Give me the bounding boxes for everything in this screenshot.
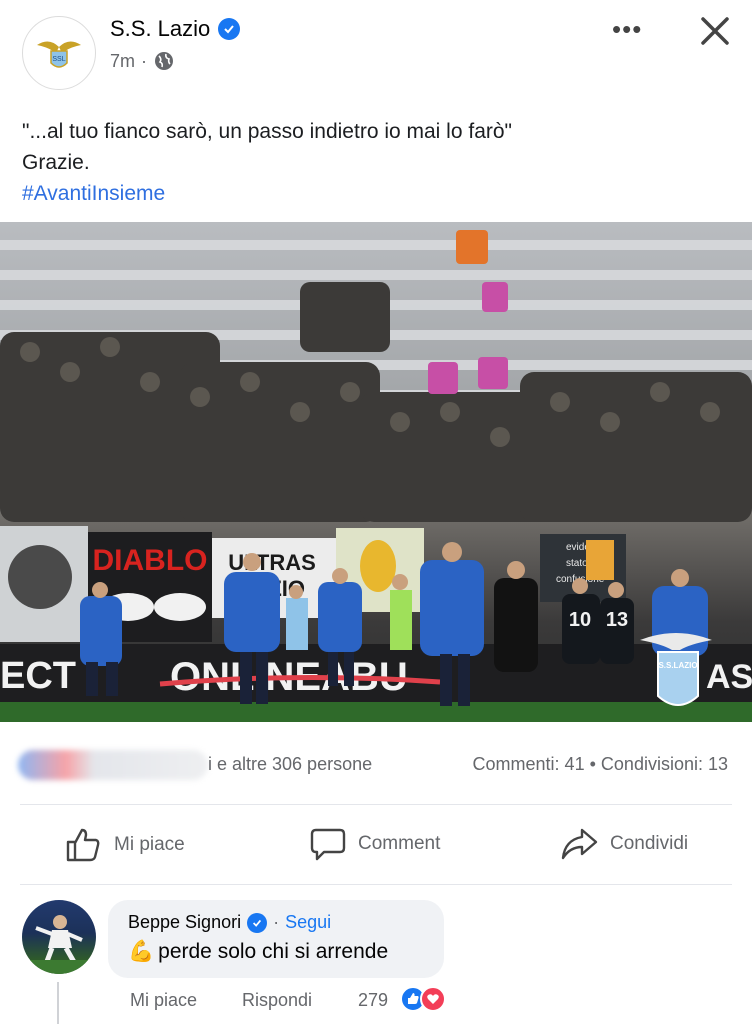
hashtag-link[interactable]: #AvantiInsieme — [22, 178, 722, 209]
post-time[interactable]: 7m — [110, 51, 135, 72]
page-name[interactable]: S.S. Lazio — [110, 16, 241, 42]
stats-separator: • — [589, 754, 596, 774]
caption-line-1: "...al tuo fianco sarò, un passo indietr… — [22, 120, 513, 143]
share-button[interactable]: Condividi — [560, 826, 688, 862]
comment-text: perde solo chi si arrende — [158, 940, 389, 963]
post-header: SSL S.S. Lazio 7m · ••• — [0, 0, 752, 100]
reaction-icons-blurred[interactable] — [18, 750, 208, 780]
engagement-bar: i e altre 306 persone Commenti: 41 • Con… — [0, 740, 752, 788]
post-meta: 7m · — [110, 50, 175, 72]
verified-badge-icon — [218, 18, 241, 40]
follow-separator: · — [273, 912, 280, 932]
thread-line — [57, 982, 59, 1024]
thumbs-up-icon — [66, 828, 100, 862]
meta-separator: · — [141, 50, 148, 71]
verified-badge-icon — [247, 912, 268, 933]
comment-reaction-count[interactable]: 279 — [358, 990, 388, 1011]
commenter-avatar[interactable] — [22, 900, 96, 974]
comment-button[interactable]: Comment — [310, 826, 440, 862]
comment-like-button[interactable]: Mi piace — [130, 990, 197, 1011]
post-actions: Mi piace Comment Condividi — [0, 818, 752, 874]
comments-count[interactable]: Commenti: 41 — [473, 754, 585, 774]
share-arrow-icon — [561, 828, 598, 860]
comment-body: 💪 perde solo chi si arrende — [128, 940, 388, 964]
comment-bubble: Beppe Signori · Segui 💪 perde solo chi s… — [108, 900, 444, 978]
banner-diablo: DIABLO — [93, 544, 208, 577]
banner-right-2: stato — [566, 558, 588, 569]
caption-line-2: Grazie. — [22, 151, 90, 174]
stadium-scene: DIABLO ULTRAS LAZIO evidente stato confu… — [0, 230, 752, 722]
comment-bubble-icon — [310, 828, 346, 861]
more-options-icon[interactable]: ••• — [612, 14, 642, 45]
close-icon[interactable] — [698, 14, 732, 48]
reactions-summary[interactable]: i e altre 306 persone — [208, 754, 372, 775]
jersey-13: 13 — [606, 609, 628, 631]
comment-reply-button[interactable]: Rispondi — [242, 990, 312, 1011]
post-photo[interactable]: DIABLO ULTRAS LAZIO evidente stato confu… — [0, 222, 752, 722]
post-caption: "...al tuo fianco sarò, un passo indietr… — [22, 116, 722, 209]
flexed-biceps-icon: 💪 — [128, 940, 155, 963]
divider-bottom — [20, 884, 732, 885]
love-reaction-icon — [420, 986, 446, 1012]
banner-ultras: ULTRAS — [228, 550, 316, 575]
page-name-text[interactable]: S.S. Lazio — [110, 16, 210, 42]
comment-label: Comment — [358, 833, 441, 854]
svg-text:SSL: SSL — [52, 56, 65, 63]
engagement-stats: Commenti: 41 • Condivisioni: 13 — [473, 754, 728, 775]
crest-text: S.S.LAZIO — [658, 661, 697, 670]
follow-button[interactable]: Segui — [285, 912, 331, 933]
page-avatar[interactable]: SSL — [22, 16, 96, 90]
like-button[interactable]: Mi piace — [64, 826, 185, 864]
board-left-text: ECT — [0, 655, 76, 697]
comment-author[interactable]: Beppe Signori — [128, 912, 241, 933]
comment-author-row: Beppe Signori · Segui — [128, 912, 331, 933]
share-label: Condividi — [610, 833, 689, 854]
shares-count[interactable]: Condivisioni: 13 — [601, 754, 728, 774]
board-right-text: ASC — [706, 658, 752, 696]
player-photo-icon — [22, 915, 96, 974]
like-label: Mi piace — [114, 834, 185, 855]
jersey-10: 10 — [569, 609, 591, 631]
lazio-eagle-logo-icon: SSL — [37, 41, 81, 68]
globe-icon — [155, 52, 174, 70]
divider-top — [20, 804, 732, 805]
